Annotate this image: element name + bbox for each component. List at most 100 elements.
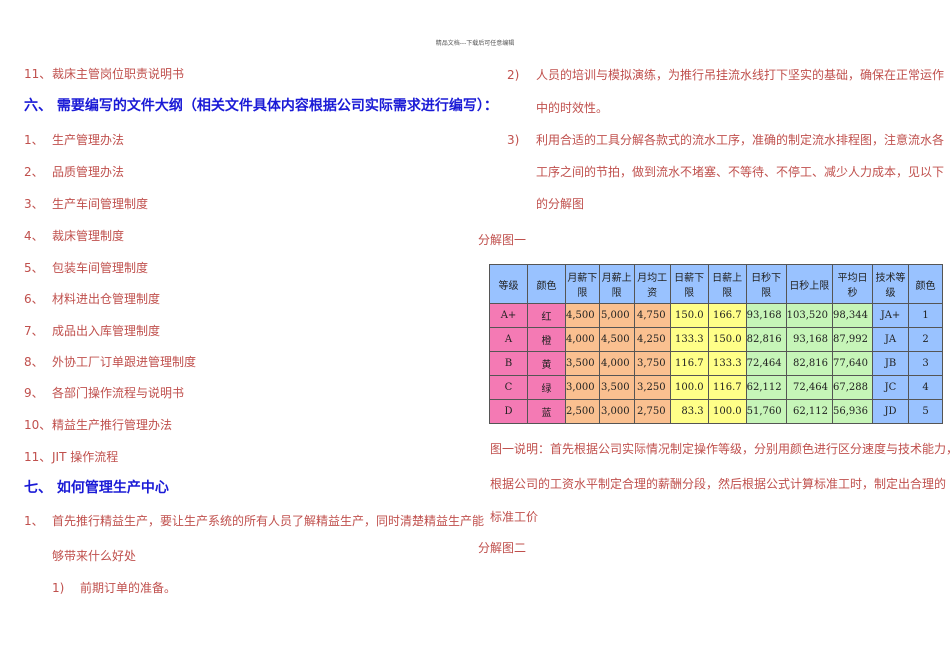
table-header-cell: 颜色 — [908, 264, 943, 304]
table-cell: 116.7 — [707, 375, 747, 400]
table-cell: 4 — [908, 375, 943, 400]
list-number: 1、 — [24, 133, 44, 147]
grade-salary-table: 等级 颜色 月薪下限 月薪上限 月均工资 日薪下限 日薪上限 日秒下限 日秒上限 平均日秒 技术等级… — [489, 264, 943, 424]
table-cell: 103,520 — [785, 303, 834, 328]
table-cell: 62,112 — [745, 375, 787, 400]
list-item: 品质管理办法 — [52, 165, 125, 179]
table-cell: 4,000 — [565, 327, 600, 352]
sub-number: 2) — [507, 68, 520, 82]
table-header-cell: 日秒下限 — [745, 264, 787, 304]
table-header-cell: 平均日秒 — [832, 264, 873, 304]
list-number: 10、 — [24, 418, 52, 432]
table-cell: JD — [872, 399, 909, 424]
table-header-cell: 日薪上限 — [707, 264, 747, 304]
list-item: 生产车间管理制度 — [52, 197, 149, 211]
sub-item-continuation: 中的时效性。 — [536, 101, 609, 115]
figure-caption: 根据公司的工资水平制定合理的薪酬分段，然后根据公式计算标准工时，制定出合理的 — [490, 477, 947, 491]
table-cell: 3,000 — [565, 375, 600, 400]
table-row: A 橙 4,000 4,500 4,250 133.3 150.0 82,816 93,168 8… — [489, 327, 943, 352]
table-header-cell: 等级 — [489, 264, 528, 304]
list-number: 6、 — [24, 292, 44, 306]
table-cell: 150.0 — [669, 303, 709, 328]
table-header-cell: 月均工资 — [633, 264, 671, 304]
list-number: 7、 — [24, 324, 44, 338]
list-item: 裁床管理制度 — [52, 229, 125, 243]
table-cell: 橙 — [527, 327, 566, 352]
table-cell: 67,288 — [832, 375, 873, 400]
table-cell: 4,750 — [633, 303, 671, 328]
sub-number: 1) — [52, 581, 65, 595]
list-item: 外协工厂订单跟进管理制度 — [52, 355, 197, 369]
table-cell: 82,816 — [785, 351, 834, 376]
table-cell: 116.7 — [669, 351, 709, 376]
table-header-cell: 日薪下限 — [669, 264, 709, 304]
table-cell: 2,750 — [633, 399, 671, 424]
table-cell: JC — [872, 375, 909, 400]
table-cell: 98,344 — [832, 303, 873, 328]
list-number: 9、 — [24, 386, 44, 400]
list-item: 成品出入库管理制度 — [52, 324, 161, 338]
list-item: 裁床主管岗位职责说明书 — [52, 67, 185, 81]
list-item: 生产管理办法 — [52, 133, 125, 147]
figure-caption: 标准工价 — [490, 510, 539, 524]
table-cell: 4,000 — [598, 351, 635, 376]
table-cell: 3 — [908, 351, 943, 376]
table-cell: A+ — [489, 303, 528, 328]
table-cell: 77,640 — [832, 351, 873, 376]
sub-item-continuation: 工序之间的节拍，做到流水不堵塞、不等待、不停工、减少人力成本，见以下 — [536, 165, 945, 179]
table-header-cell: 颜色 — [527, 264, 566, 304]
sub-item: 人员的培训与模拟演练，为推行吊挂流水线打下坚实的基础，确保在正常运作 — [536, 68, 945, 82]
table-cell: 166.7 — [707, 303, 747, 328]
table-cell: 2 — [908, 327, 943, 352]
table-cell: 100.0 — [669, 375, 709, 400]
table-cell: 4,250 — [633, 327, 671, 352]
table-row: B 黄 3,500 4,000 3,750 116.7 133.3 72,464 82,816 7… — [489, 351, 943, 376]
table-cell: 133.3 — [707, 351, 747, 376]
section-heading-7: 七、 如何管理生产中心 — [24, 480, 169, 496]
table-cell: 1 — [908, 303, 943, 328]
sub-item: 利用合适的工具分解各款式的流水工序，准确的制定流水排程图，注意流水各 — [536, 133, 945, 147]
sub-item-continuation: 的分解图 — [536, 197, 585, 211]
table-header-cell: 日秒上限 — [785, 264, 834, 304]
table-cell: 3,500 — [598, 375, 635, 400]
figure-caption: 图一说明：首先根据公司实际情况制定操作等级，分别用颜色进行区分速度与技术能力， — [490, 442, 950, 456]
table-cell: JB — [872, 351, 909, 376]
table-cell: 82,816 — [745, 327, 787, 352]
table-cell: B — [489, 351, 528, 376]
document-page: 精品文档---下载后可任意编辑 11、 裁床主管岗位职责说明书 六、 需要编写的… — [0, 0, 950, 672]
table-cell: 3,750 — [633, 351, 671, 376]
table-cell: 3,000 — [598, 399, 635, 424]
table-cell: 黄 — [527, 351, 566, 376]
figure-label: 分解图一 — [478, 233, 527, 247]
table-cell: JA — [872, 327, 909, 352]
list-item: 各部门操作流程与说明书 — [52, 386, 185, 400]
list-item: 首先推行精益生产，要让生产系统的所有人员了解精益生产，同时清楚精益生产能 — [52, 514, 485, 528]
table-cell: JA+ — [872, 303, 909, 328]
table-header-cell: 月薪下限 — [565, 264, 600, 304]
table-cell: 83.3 — [669, 399, 709, 424]
list-item: 精益生产推行管理办法 — [52, 418, 173, 432]
table-cell: 5 — [908, 399, 943, 424]
table-cell: 3,500 — [565, 351, 600, 376]
sub-item: 前期订单的准备。 — [80, 581, 177, 595]
table-cell: 4,500 — [598, 327, 635, 352]
table-cell: 62,112 — [785, 399, 834, 424]
table-cell: 蓝 — [527, 399, 566, 424]
table-row: A+ 红 4,500 5,000 4,750 150.0 166.7 93,168 103,52… — [489, 303, 943, 328]
list-number: 2、 — [24, 165, 44, 179]
table-row: D 蓝 2,500 3,000 2,750 83.3 100.0 51,760 62,112 56… — [489, 399, 943, 424]
page-header: 精品文档---下载后可任意编辑 — [435, 40, 515, 47]
table-cell: D — [489, 399, 528, 424]
table-cell: A — [489, 327, 528, 352]
table-header-cell: 技术等级 — [872, 264, 909, 304]
table-cell: 133.3 — [669, 327, 709, 352]
list-item: JIT 操作流程 — [52, 450, 119, 464]
table-cell: 93,168 — [745, 303, 787, 328]
table-cell: 100.0 — [707, 399, 747, 424]
table-cell: 72,464 — [745, 351, 787, 376]
list-item: 材料进出仓管理制度 — [52, 292, 161, 306]
table-cell: 72,464 — [785, 375, 834, 400]
table-header-cell: 月薪上限 — [598, 264, 635, 304]
sub-number: 3) — [507, 133, 520, 147]
list-number: 5、 — [24, 261, 44, 275]
